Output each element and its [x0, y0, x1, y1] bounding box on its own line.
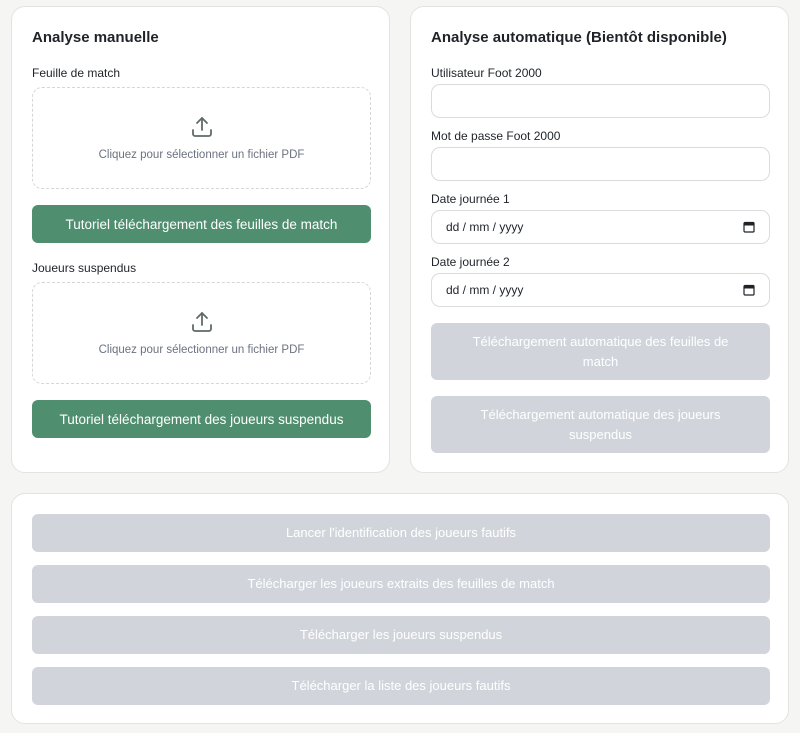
suspended-players-dropzone[interactable]: Cliquez pour sélectionner un fichier PDF	[32, 282, 371, 384]
download-extracted-players-button[interactable]: Télécharger les joueurs extraits des feu…	[32, 565, 770, 603]
auto-analysis-title: Analyse automatique (Bientôt disponible)	[431, 29, 727, 46]
auto-analysis-card: Analyse automatique (Bientôt disponible)…	[410, 6, 789, 473]
date-day1-input[interactable]: dd / mm / yyyy	[431, 210, 770, 244]
auto-download-suspended-button[interactable]: Téléchargement automatique des joueurs s…	[431, 396, 770, 453]
match-sheet-dropzone[interactable]: Cliquez pour sélectionner un fichier PDF	[32, 87, 371, 189]
calendar-icon[interactable]	[743, 284, 755, 296]
date-day2-label: Date journée 2	[431, 255, 510, 269]
suspended-players-dropzone-text: Cliquez pour sélectionner un fichier PDF	[98, 344, 305, 356]
foot2000-user-input[interactable]	[431, 84, 770, 118]
date-day2-placeholder: dd / mm / yyyy	[446, 283, 524, 297]
download-suspended-players-button[interactable]: Télécharger les joueurs suspendus	[32, 616, 770, 654]
auto-download-sheets-button[interactable]: Téléchargement automatique des feuilles …	[431, 323, 770, 380]
calendar-icon[interactable]	[743, 221, 755, 233]
foot2000-user-label: Utilisateur Foot 2000	[431, 66, 542, 80]
identify-faulty-players-button[interactable]: Lancer l'identification des joueurs faut…	[32, 514, 770, 552]
match-sheet-tutorial-button[interactable]: Tutoriel téléchargement des feuilles de …	[32, 205, 371, 243]
date-day1-placeholder: dd / mm / yyyy	[446, 220, 524, 234]
suspended-players-tutorial-button[interactable]: Tutoriel téléchargement des joueurs susp…	[32, 400, 371, 438]
match-sheet-label: Feuille de match	[32, 66, 121, 80]
upload-icon	[191, 312, 212, 332]
manual-analysis-card: Analyse manuelle Feuille de match Clique…	[11, 6, 390, 473]
manual-analysis-title: Analyse manuelle	[32, 29, 159, 46]
actions-card: Lancer l'identification des joueurs faut…	[11, 493, 789, 724]
foot2000-password-label: Mot de passe Foot 2000	[431, 129, 561, 143]
date-day1-label: Date journée 1	[431, 192, 510, 206]
match-sheet-dropzone-text: Cliquez pour sélectionner un fichier PDF	[98, 149, 305, 161]
date-day2-input[interactable]: dd / mm / yyyy	[431, 273, 770, 307]
suspended-players-label: Joueurs suspendus	[32, 261, 137, 275]
download-faulty-list-button[interactable]: Télécharger la liste des joueurs fautifs	[32, 667, 770, 705]
foot2000-password-input[interactable]	[431, 147, 770, 181]
upload-icon	[191, 117, 212, 137]
